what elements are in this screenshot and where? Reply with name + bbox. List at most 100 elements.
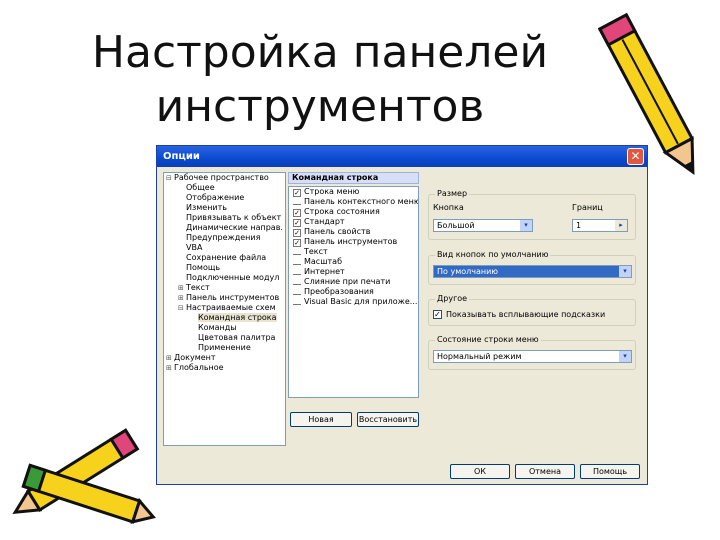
tree-item[interactable]: ⊞ Документ <box>164 353 285 363</box>
tree-item-label: Текст <box>186 283 210 292</box>
slider-icon: ▸ <box>615 220 627 231</box>
tree-item[interactable]: ⊟ Рабочее пространство <box>164 173 285 183</box>
tree-item-label: VBA <box>186 243 203 252</box>
tree-item[interactable]: Общее <box>164 183 285 193</box>
command-checkbox[interactable]: ✓ <box>293 219 301 227</box>
command-item[interactable]: ✓ Панель инструментов <box>289 237 418 247</box>
tree-item-label: Динамические направ. <box>186 223 283 232</box>
menu-state-select[interactable]: Нормальный режим ▾ <box>433 350 632 363</box>
tree-item[interactable]: VBA <box>164 243 285 253</box>
command-checkbox[interactable]: ✓ <box>293 209 301 217</box>
command-label: Стандарт <box>304 217 345 226</box>
close-icon[interactable]: ✕ <box>627 148 644 165</box>
command-label: Масштаб <box>304 257 343 266</box>
tree-item[interactable]: Сохранение файла <box>164 253 285 263</box>
tree-item[interactable]: Изменить <box>164 203 285 213</box>
command-checkbox[interactable] <box>293 247 301 255</box>
border-stepper[interactable]: 1 ▸ <box>572 219 628 232</box>
tree-item-label: Привязывать к объект <box>186 213 282 222</box>
commands-header: Командная строка <box>288 172 419 184</box>
tree-item-label: Общее <box>186 183 215 192</box>
tree-item[interactable]: Помощь <box>164 263 285 273</box>
new-button[interactable]: Новая <box>290 412 352 427</box>
command-checkbox[interactable]: ✓ <box>293 229 301 237</box>
tree-item[interactable]: ⊟ Настраиваемые схем <box>164 303 285 313</box>
command-item[interactable]: Слияние при печати <box>289 277 418 287</box>
expander-icon[interactable]: ⊟ <box>166 173 174 183</box>
command-checkbox[interactable] <box>293 287 301 295</box>
command-label: Панель контекстного меню <box>304 197 418 206</box>
command-item[interactable]: Visual Basic для приложе... <box>289 297 418 307</box>
commands-list[interactable]: ✓ Строка меню Панель контекстного меню ✓ Стр… <box>288 186 419 398</box>
slide-title-line1: Настройка панелей <box>91 27 549 78</box>
command-item[interactable]: Преобразования <box>289 287 418 297</box>
command-checkbox[interactable] <box>293 257 301 265</box>
tree-item-label: Цветовая палитра <box>198 333 276 342</box>
command-item[interactable]: Панель контекстного меню <box>289 197 418 207</box>
tree-item[interactable]: Предупреждения <box>164 233 285 243</box>
tree-item-label: Панель инструментов <box>186 293 280 302</box>
default-view-label: Вид кнопок по умолчанию <box>435 250 551 260</box>
command-checkbox[interactable]: ✓ <box>293 239 301 247</box>
expander-icon[interactable]: ⊟ <box>178 303 186 313</box>
tree-item[interactable]: Привязывать к объект <box>164 213 285 223</box>
expander-icon[interactable]: ⊞ <box>178 293 186 303</box>
tree-item[interactable]: Цветовая палитра <box>164 333 285 343</box>
default-view-select[interactable]: По умолчанию ▾ <box>433 265 632 278</box>
menu-state-value: Нормальный режим <box>437 352 522 361</box>
expander-icon[interactable]: ⊞ <box>166 353 174 363</box>
border-value: 1 <box>576 221 582 230</box>
tree-item-label: Подключенные модул <box>186 273 280 282</box>
command-item[interactable]: ✓ Панель свойств <box>289 227 418 237</box>
tree-item[interactable]: Команды <box>164 323 285 333</box>
border-label: Границ <box>572 203 603 212</box>
pencils-clipart-bottom-icon <box>12 428 156 524</box>
command-label: Строка меню <box>304 187 360 196</box>
ok-button[interactable]: ОК <box>450 464 510 479</box>
command-checkbox[interactable] <box>293 197 301 205</box>
command-item[interactable]: Текст <box>289 247 418 257</box>
tree-item-label: Рабочее пространство <box>174 173 269 182</box>
tree-item[interactable]: Отображение <box>164 193 285 203</box>
command-item[interactable]: ✓ Строка меню <box>289 187 418 197</box>
tree-item[interactable]: ⊞ Панель инструментов <box>164 293 285 303</box>
help-button[interactable]: Помощь <box>580 464 640 479</box>
command-checkbox[interactable] <box>293 297 301 305</box>
command-label: Панель свойств <box>304 227 371 236</box>
button-size-value: Большой <box>437 221 475 230</box>
options-tree[interactable]: ⊟ Рабочее пространство Общее Отображение Изм… <box>163 172 286 446</box>
menu-state-group: Состояние строки меню Нормальный режим ▾ <box>428 335 636 370</box>
button-size-label: Кнопка <box>433 203 464 212</box>
dialog-titlebar[interactable]: Опции <box>157 146 647 167</box>
command-checkbox[interactable] <box>293 277 301 285</box>
command-label: Панель инструментов <box>304 237 398 246</box>
command-label: Visual Basic для приложе... <box>304 297 418 306</box>
command-label: Интернет <box>304 267 345 276</box>
command-checkbox[interactable] <box>293 267 301 275</box>
tree-item-label: Документ <box>174 353 216 362</box>
tree-item-label: Изменить <box>186 203 227 212</box>
default-view-value: По умолчанию <box>437 267 499 276</box>
tree-item-label: Отображение <box>186 193 245 202</box>
tree-item-label: Помощь <box>186 263 221 272</box>
tree-item[interactable]: ⊞ Текст <box>164 283 285 293</box>
tree-item[interactable]: Командная строка <box>164 313 285 323</box>
reset-button[interactable]: Восстановить <box>357 412 419 427</box>
expander-icon[interactable]: ⊞ <box>178 283 186 293</box>
tree-item[interactable]: Подключенные модул <box>164 273 285 283</box>
button-size-select[interactable]: Большой ▾ <box>433 219 533 232</box>
tree-item[interactable]: ⊞ Глобальное <box>164 363 285 373</box>
command-item[interactable]: ✓ Стандарт <box>289 217 418 227</box>
options-dialog: Опции ✕ ⊟ Рабочее пространство Общее Отобра… <box>156 145 648 485</box>
tree-item[interactable]: Динамические направ. <box>164 223 285 233</box>
command-checkbox[interactable]: ✓ <box>293 189 301 197</box>
command-label: Слияние при печати <box>304 277 391 286</box>
command-item[interactable]: Интернет <box>289 267 418 277</box>
tree-item[interactable]: Применение <box>164 343 285 353</box>
cancel-button[interactable]: Отмена <box>515 464 575 479</box>
command-item[interactable]: Масштаб <box>289 257 418 267</box>
other-group: Другое ✓ Показывать всплывающие подсказк… <box>428 294 636 326</box>
expander-icon[interactable]: ⊞ <box>166 363 174 373</box>
tooltip-checkbox[interactable]: ✓ <box>433 310 442 319</box>
command-item[interactable]: ✓ Строка состояния <box>289 207 418 217</box>
